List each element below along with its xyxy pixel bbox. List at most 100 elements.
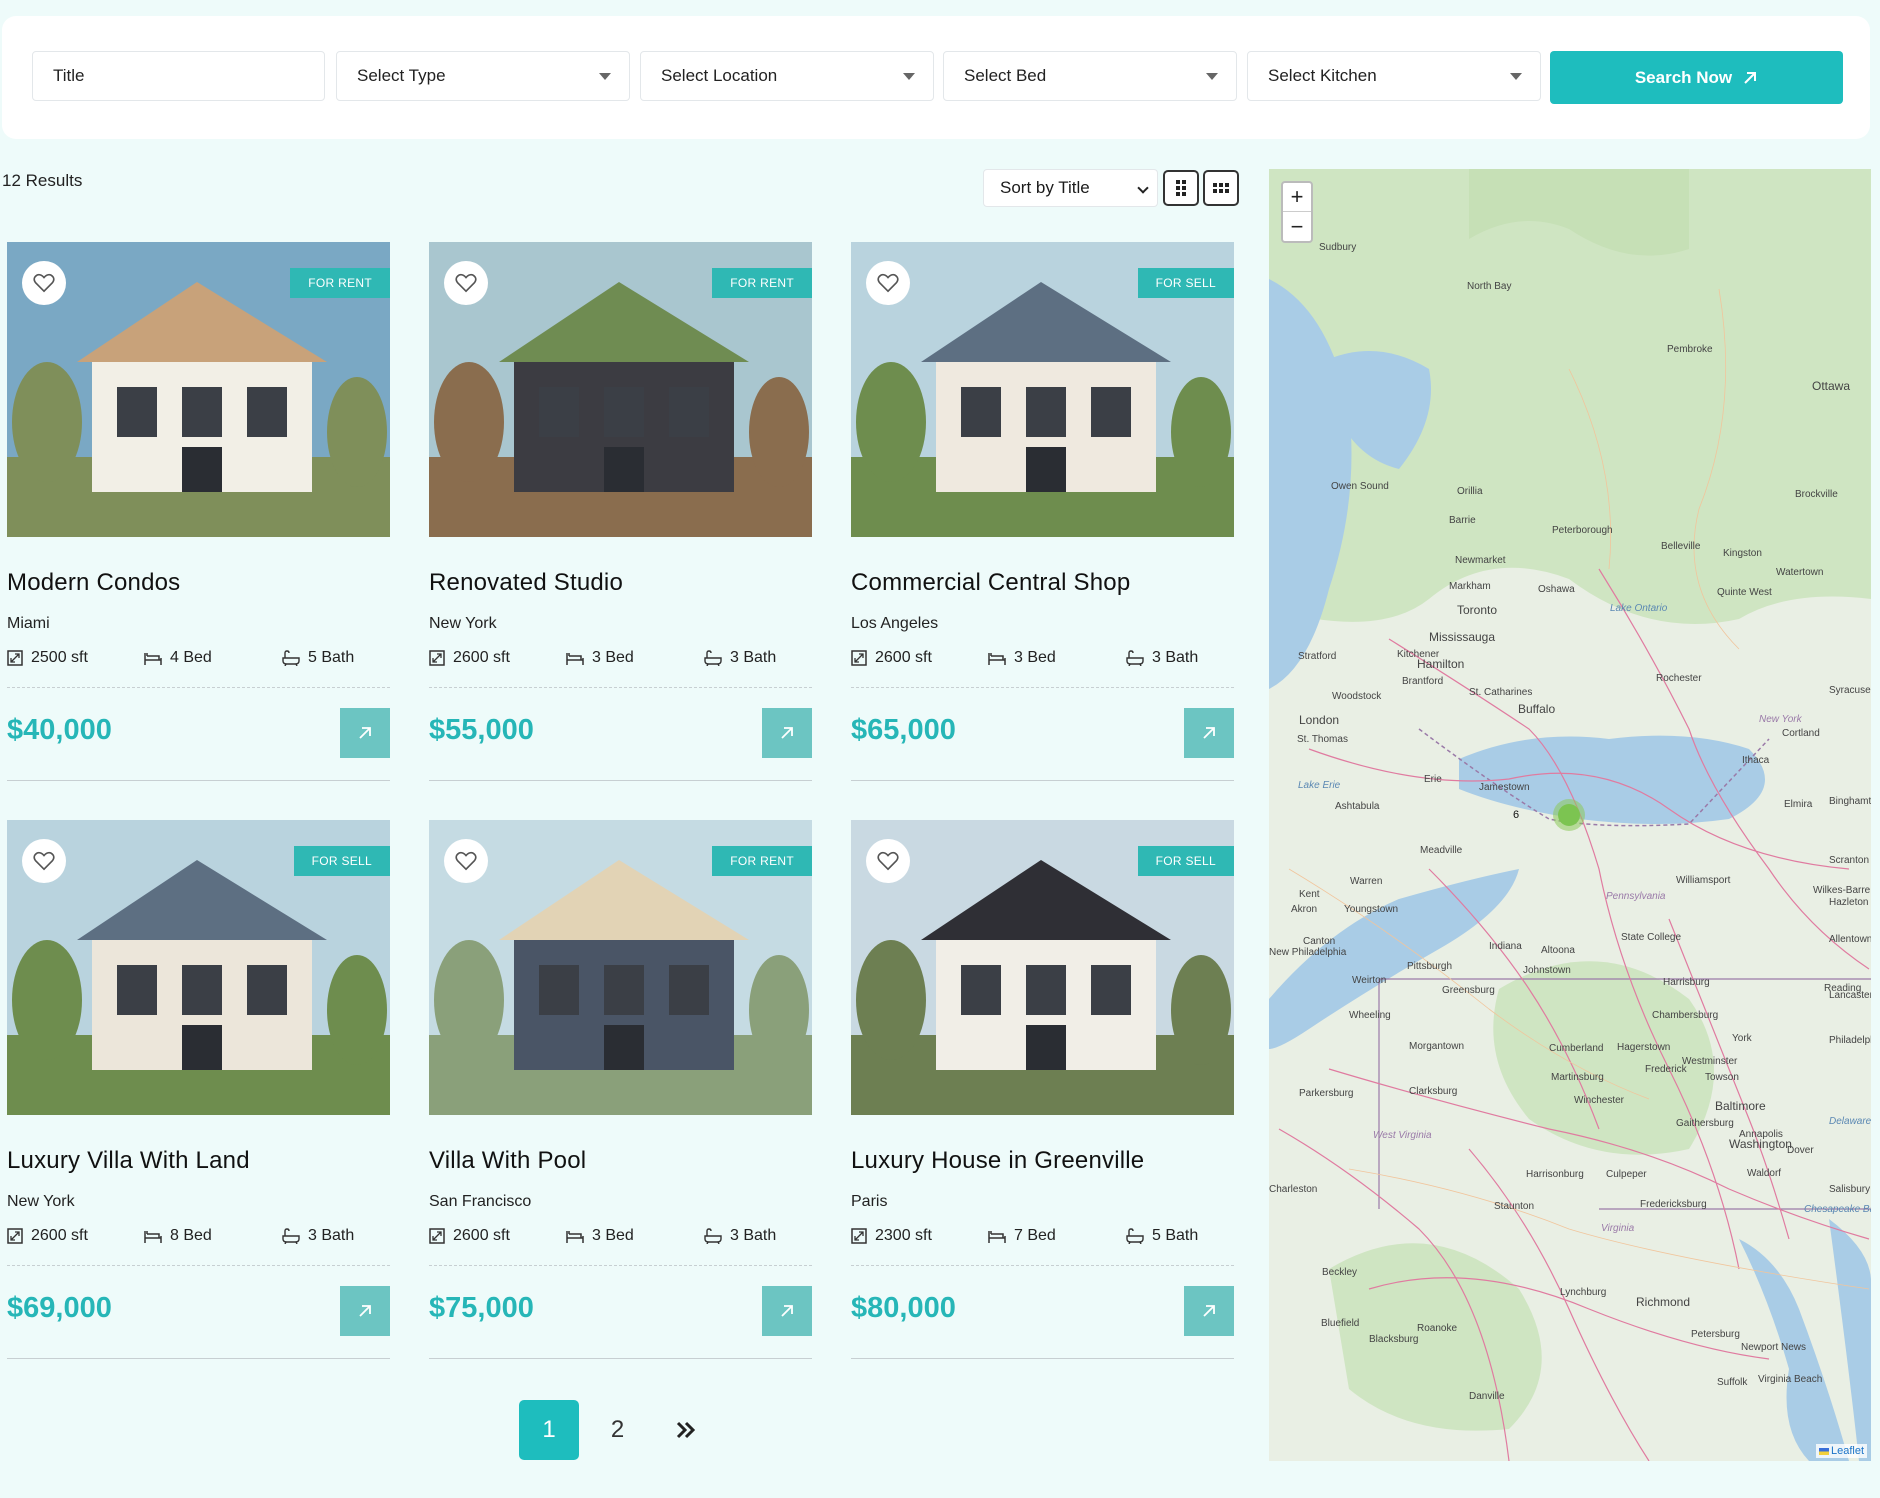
property-title[interactable]: Luxury Villa With Land	[7, 1147, 390, 1175]
view-details-button[interactable]	[1184, 1286, 1234, 1336]
type-select[interactable]: Select Type	[336, 51, 630, 101]
favorite-button[interactable]	[444, 261, 488, 305]
location-select[interactable]: Select Location	[640, 51, 934, 101]
map-place-label: Scranton	[1829, 855, 1870, 866]
search-bar: Title Select Type Select Location Select…	[2, 16, 1870, 139]
property-photo[interactable]: FOR SELL	[7, 820, 390, 1115]
map-place-label: Erie	[1424, 774, 1442, 785]
bed-info: 3 Bed	[566, 1227, 704, 1245]
view-details-button[interactable]	[340, 708, 390, 758]
pagination-page-2[interactable]: 2	[595, 1400, 640, 1460]
property-meta: 2600 sft 3 Bed 3 Bath	[429, 649, 812, 667]
zoom-in-button[interactable]: +	[1283, 183, 1311, 212]
map-cluster-count[interactable]: 6	[1513, 809, 1519, 821]
grid-3-view-button[interactable]	[1203, 170, 1239, 206]
bathtub-icon	[1126, 650, 1144, 666]
bed-value: 4 Bed	[170, 649, 212, 666]
map-place-label: Harrisonburg	[1526, 1169, 1584, 1180]
map-zoom-control: + −	[1281, 181, 1313, 243]
favorite-button[interactable]	[866, 261, 910, 305]
price-row: $75,000	[429, 1266, 812, 1358]
bath-info: 5 Bath	[1126, 1227, 1198, 1245]
listing-status-badge: FOR SELL	[1137, 268, 1234, 298]
bathtub-icon	[1126, 1228, 1144, 1244]
grid-3-icon	[1213, 183, 1229, 193]
title-input[interactable]: Title	[32, 51, 325, 101]
property-title[interactable]: Commercial Central Shop	[851, 569, 1234, 597]
property-meta: 2600 sft 3 Bed 3 Bath	[429, 1227, 812, 1245]
area-value: 2600 sft	[875, 649, 932, 666]
map[interactable]: 6 + − Sudbury North Bay Pembroke Ottawa Owen…	[1269, 169, 1871, 1461]
map-place-label: Hamilton	[1417, 657, 1465, 671]
view-details-button[interactable]	[762, 1286, 812, 1336]
zoom-out-button[interactable]: −	[1283, 212, 1311, 241]
search-now-button[interactable]: Search Now	[1550, 51, 1843, 104]
map-place-label: Wilkes-Barre	[1813, 885, 1871, 896]
map-place-label: Hazleton	[1829, 897, 1869, 908]
bathtub-icon	[704, 650, 722, 666]
property-title[interactable]: Modern Condos	[7, 569, 390, 597]
favorite-button[interactable]	[22, 261, 66, 305]
bath-value: 5 Bath	[308, 649, 355, 666]
property-city: New York	[429, 615, 497, 632]
view-details-button[interactable]	[1184, 708, 1234, 758]
map-place-label: Rochester	[1656, 673, 1702, 684]
property-card[interactable]: FOR RENT Modern Condos Miami 2500 sft 4 …	[7, 242, 390, 781]
property-city: New York	[7, 1193, 75, 1210]
bed-info: 8 Bed	[144, 1227, 282, 1245]
map-place-label: Virginia Beach	[1758, 1374, 1823, 1385]
map-place-label: Quinte West	[1717, 587, 1772, 598]
property-photo[interactable]: FOR RENT	[429, 242, 812, 537]
pagination-next-button[interactable]	[663, 1400, 708, 1460]
sort-select-label: Sort by Title	[1000, 178, 1090, 197]
property-photo[interactable]: FOR SELL	[851, 242, 1234, 537]
property-photo[interactable]: FOR RENT	[7, 242, 390, 537]
map-place-label: Beckley	[1322, 1267, 1358, 1278]
heart-icon	[33, 851, 55, 871]
map-place-label: Ithaca	[1742, 755, 1770, 766]
favorite-button[interactable]	[22, 839, 66, 883]
property-title[interactable]: Luxury House in Greenville	[851, 1147, 1234, 1175]
map-place-label: Clarksburg	[1409, 1086, 1458, 1097]
property-title[interactable]: Villa With Pool	[429, 1147, 812, 1175]
bath-info: 3 Bath	[704, 1227, 776, 1245]
map-place-label: Chesapeake Bay	[1804, 1204, 1871, 1215]
grid-2-view-button[interactable]	[1163, 170, 1199, 206]
map-attribution-link[interactable]: Leaflet	[1815, 1444, 1867, 1458]
price-row: $80,000	[851, 1266, 1234, 1358]
map-place-label: Petersburg	[1691, 1329, 1740, 1340]
bathtub-icon	[282, 1228, 300, 1244]
property-title[interactable]: Renovated Studio	[429, 569, 812, 597]
map-place-label: Stratford	[1298, 651, 1337, 662]
kitchen-select[interactable]: Select Kitchen	[1247, 51, 1541, 101]
favorite-button[interactable]	[444, 839, 488, 883]
view-details-button[interactable]	[340, 1286, 390, 1336]
map-place-label: Lake Ontario	[1610, 603, 1668, 614]
property-card[interactable]: FOR RENT Renovated Studio New York 2600 …	[429, 242, 812, 781]
map-place-label: Gaithersburg	[1676, 1118, 1734, 1129]
property-photo[interactable]: FOR SELL	[851, 820, 1234, 1115]
area-icon	[429, 650, 445, 666]
search-now-label: Search Now	[1634, 67, 1733, 87]
price-row: $40,000	[7, 688, 390, 780]
property-card[interactable]: FOR SELL Luxury House in Greenville Pari…	[851, 820, 1234, 1359]
arrow-up-right-icon	[1744, 71, 1757, 84]
sort-select[interactable]: Sort by Title	[983, 169, 1158, 207]
bed-select-label: Select Bed	[964, 66, 1047, 85]
property-meta: 2600 sft 3 Bed 3 Bath	[851, 649, 1234, 667]
bed-icon	[566, 1231, 584, 1243]
map-place-label: Baltimore	[1715, 1099, 1766, 1113]
pagination-page-1[interactable]: 1	[519, 1400, 579, 1460]
property-photo[interactable]: FOR RENT	[429, 820, 812, 1115]
property-price: $40,000	[7, 714, 112, 746]
property-card[interactable]: FOR RENT Villa With Pool San Francisco 2…	[429, 820, 812, 1359]
property-card[interactable]: FOR SELL Luxury Villa With Land New York…	[7, 820, 390, 1359]
favorite-button[interactable]	[866, 839, 910, 883]
view-details-button[interactable]	[762, 708, 812, 758]
property-price: $65,000	[851, 714, 956, 746]
map-place-label: Woodstock	[1332, 691, 1382, 702]
property-card[interactable]: FOR SELL Commercial Central Shop Los Ang…	[851, 242, 1234, 781]
bed-select[interactable]: Select Bed	[943, 51, 1237, 101]
map-place-label: Washington	[1729, 1137, 1792, 1151]
map-place-label: Barrie	[1449, 515, 1476, 526]
